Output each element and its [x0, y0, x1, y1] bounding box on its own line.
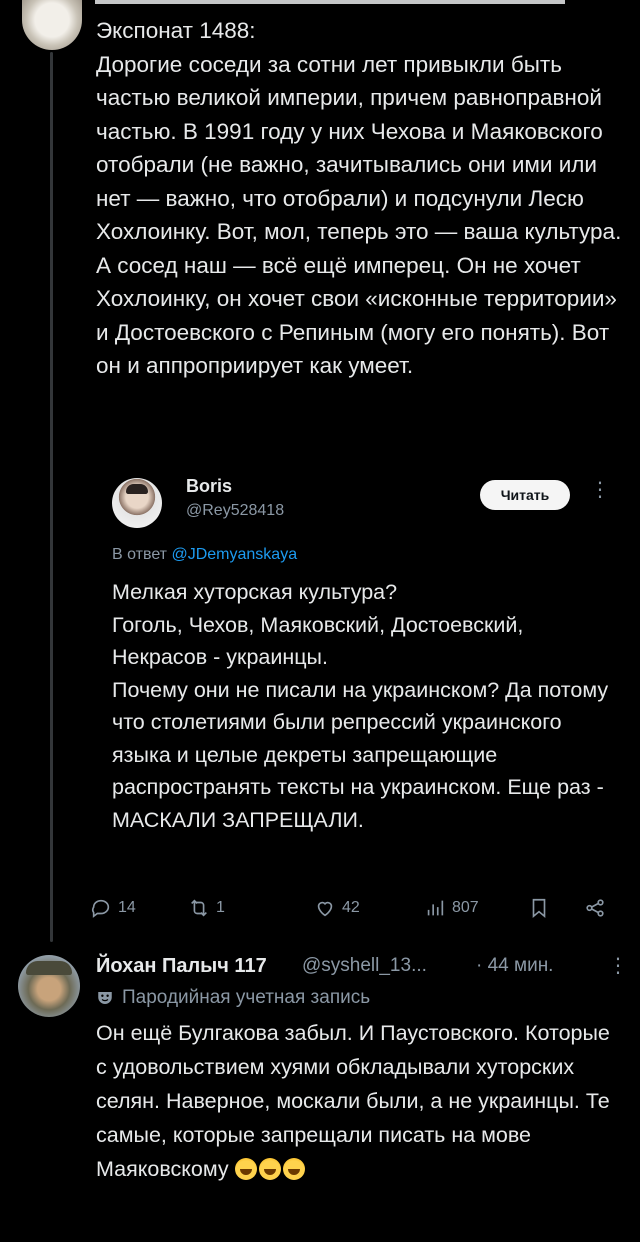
reply-button[interactable]: 14	[90, 890, 136, 926]
quoted-author-handle[interactable]: @Rey528418	[186, 502, 284, 520]
face-with-tears-of-joy-icon	[234, 1158, 257, 1180]
reply-author-handle[interactable]: @syshell_13...	[302, 955, 427, 977]
reply-header: Йохан Палыч 117 @syshell_13... · 44 мин.…	[96, 953, 628, 985]
share-button[interactable]	[584, 890, 606, 926]
views-button[interactable]: 807	[424, 890, 479, 926]
reply-prefix: В ответ	[112, 546, 168, 563]
follow-button[interactable]: Читать	[480, 480, 570, 510]
repost-button[interactable]: 1	[188, 890, 225, 926]
share-icon	[586, 899, 604, 917]
more-options-icon[interactable]: ⋮	[590, 480, 610, 500]
post-text: Экспонат 1488: Дорогие соседи за сотни л…	[96, 18, 622, 378]
parody-account-label: Пародийная учетная запись	[96, 987, 370, 1009]
reply-count: 14	[118, 899, 136, 916]
reply-timestamp[interactable]: · 44 мин.	[476, 955, 553, 977]
action-bar: 14 1 42 807	[90, 890, 630, 930]
bar-chart-icon	[427, 900, 444, 916]
views-count: 807	[452, 899, 479, 916]
speech-bubble-icon	[91, 899, 110, 918]
reply-context: В ответ @JDemyanskaya	[112, 546, 297, 564]
reply-author-avatar[interactable]	[18, 955, 80, 1017]
more-options-icon[interactable]: ⋮	[608, 953, 628, 978]
heart-icon	[317, 901, 333, 917]
previous-post-edge	[95, 0, 565, 4]
reply-text-block: Он ещё Булгакова забыл. И Паустовского. …	[96, 1016, 626, 1186]
like-button[interactable]: 42	[314, 890, 360, 926]
reply-mention-link[interactable]: @JDemyanskaya	[171, 546, 297, 563]
reply-text: Он ещё Булгакова забыл. И Паустовского. …	[96, 1021, 616, 1181]
author-avatar[interactable]	[22, 0, 82, 50]
repost-arrows-icon	[191, 899, 207, 917]
face-with-tears-of-joy-icon	[258, 1158, 281, 1180]
face-with-tears-of-joy-icon	[282, 1158, 305, 1180]
quoted-author-avatar[interactable]	[112, 478, 162, 528]
mask-icon	[98, 992, 112, 1004]
repost-count: 1	[216, 899, 225, 916]
quoted-post-text: Мелкая хуторская культура? Гоголь, Чехов…	[112, 580, 609, 832]
bookmark-icon	[532, 898, 546, 919]
bookmark-button[interactable]	[528, 890, 550, 926]
thread-connector-line	[50, 52, 53, 942]
parody-label-text: Пародийная учетная запись	[122, 987, 371, 1008]
reply-author-name[interactable]: Йохан Палыч 117	[96, 955, 267, 978]
like-count: 42	[342, 899, 360, 916]
quoted-author-name[interactable]: Boris	[186, 476, 232, 497]
